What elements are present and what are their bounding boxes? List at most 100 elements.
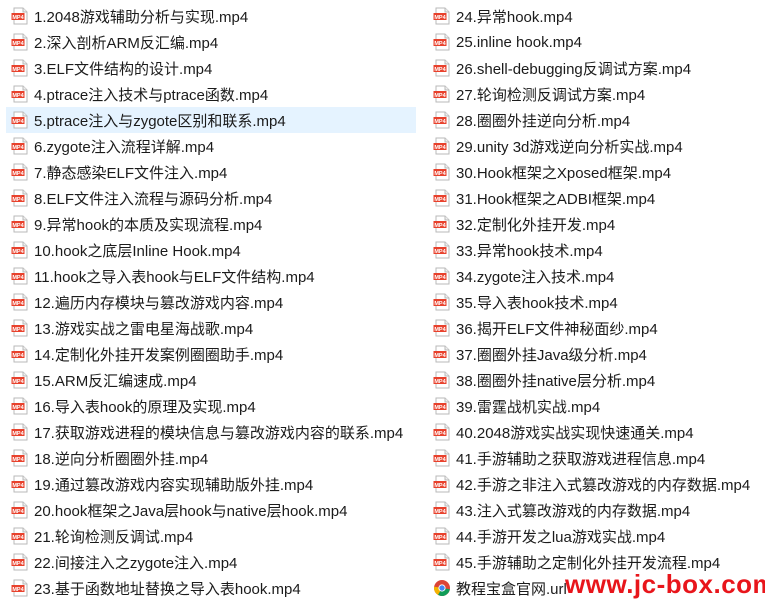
file-item[interactable]: MP4 39.雷霆战机实战.mp4 [428, 393, 765, 419]
file-item[interactable]: MP4 29.unity 3d游戏逆向分析实战.mp4 [428, 133, 765, 159]
file-name: 34.zygote注入技术.mp4 [456, 268, 615, 286]
file-item[interactable]: MP4 14.定制化外挂开发案例圈圈助手.mp4 [6, 341, 416, 367]
file-item[interactable]: MP4 13.游戏实战之雷电星海战歌.mp4 [6, 315, 416, 341]
mp4-file-icon: MP4 [11, 397, 29, 415]
file-item[interactable]: MP4 7.静态感染ELF文件注入.mp4 [6, 159, 416, 185]
file-name: 14.定制化外挂开发案例圈圈助手.mp4 [34, 346, 284, 364]
file-item[interactable]: MP4 2.深入剖析ARM反汇编.mp4 [6, 29, 416, 55]
file-name: 16.导入表hook的原理及实现.mp4 [34, 398, 256, 416]
file-name: 3.ELF文件结构的设计.mp4 [34, 60, 213, 78]
file-name: 27.轮询检测反调试方案.mp4 [456, 86, 646, 104]
file-item[interactable]: MP4 30.Hook框架之Xposed框架.mp4 [428, 159, 765, 185]
mp4-file-icon: MP4 [11, 59, 29, 77]
mp4-file-icon: MP4 [433, 501, 451, 519]
file-name: 9.异常hook的本质及实现流程.mp4 [34, 216, 263, 234]
svg-text:MP4: MP4 [12, 119, 24, 125]
file-item[interactable]: MP4 41.手游辅助之获取游戏进程信息.mp4 [428, 445, 765, 471]
file-name: 21.轮询检测反调试.mp4 [34, 528, 194, 546]
file-item[interactable]: MP4 15.ARM反汇编速成.mp4 [6, 367, 416, 393]
mp4-file-icon: MP4 [11, 293, 29, 311]
file-item[interactable]: MP4 23.基于函数地址替换之导入表hook.mp4 [6, 575, 416, 601]
svg-text:MP4: MP4 [434, 119, 446, 125]
svg-text:MP4: MP4 [12, 561, 24, 567]
file-item[interactable]: MP4 38.圈圈外挂native层分析.mp4 [428, 367, 765, 393]
mp4-file-icon: MP4 [11, 527, 29, 545]
file-item[interactable]: MP4 3.ELF文件结构的设计.mp4 [6, 55, 416, 81]
mp4-file-icon: MP4 [11, 137, 29, 155]
file-item[interactable]: MP4 18.逆向分析圈圈外挂.mp4 [6, 445, 416, 471]
svg-text:MP4: MP4 [434, 301, 446, 307]
file-item[interactable]: MP4 44.手游开发之lua游戏实战.mp4 [428, 523, 765, 549]
mp4-file-icon: MP4 [433, 137, 451, 155]
svg-text:MP4: MP4 [434, 15, 446, 21]
mp4-file-icon: MP4 [433, 163, 451, 181]
file-item[interactable]: MP4 35.导入表hook技术.mp4 [428, 289, 765, 315]
svg-text:MP4: MP4 [434, 41, 446, 47]
svg-text:MP4: MP4 [434, 93, 446, 99]
svg-text:MP4: MP4 [434, 457, 446, 463]
file-item[interactable]: MP4 27.轮询检测反调试方案.mp4 [428, 81, 765, 107]
file-name: 15.ARM反汇编速成.mp4 [34, 372, 197, 390]
svg-text:MP4: MP4 [12, 15, 24, 21]
file-item[interactable]: MP4 26.shell-debugging反调试方案.mp4 [428, 55, 765, 81]
file-item[interactable]: MP4 40.2048游戏实战实现快速通关.mp4 [428, 419, 765, 445]
svg-text:MP4: MP4 [12, 223, 24, 229]
mp4-file-icon: MP4 [11, 215, 29, 233]
file-item[interactable]: MP4 24.异常hook.mp4 [428, 3, 765, 29]
file-item[interactable]: MP4 43.注入式篡改游戏的内存数据.mp4 [428, 497, 765, 523]
file-item[interactable]: MP4 11.hook之导入表hook与ELF文件结构.mp4 [6, 263, 416, 289]
file-name: 41.手游辅助之获取游戏进程信息.mp4 [456, 450, 706, 468]
svg-text:MP4: MP4 [12, 535, 24, 541]
file-name: 22.间接注入之zygote注入.mp4 [34, 554, 238, 572]
file-item[interactable]: MP4 33.异常hook技术.mp4 [428, 237, 765, 263]
file-item[interactable]: MP4 42.手游之非注入式篡改游戏的内存数据.mp4 [428, 471, 765, 497]
file-name: 38.圈圈外挂native层分析.mp4 [456, 372, 656, 390]
file-name: 36.揭开ELF文件神秘面纱.mp4 [456, 320, 658, 338]
file-item[interactable]: MP4 1.2048游戏辅助分析与实现.mp4 [6, 3, 416, 29]
mp4-file-icon: MP4 [11, 7, 29, 25]
mp4-file-icon: MP4 [433, 371, 451, 389]
svg-text:MP4: MP4 [12, 301, 24, 307]
file-item[interactable]: MP4 22.间接注入之zygote注入.mp4 [6, 549, 416, 575]
mp4-file-icon: MP4 [11, 267, 29, 285]
file-name: 13.游戏实战之雷电星海战歌.mp4 [34, 320, 254, 338]
svg-text:MP4: MP4 [434, 327, 446, 333]
file-item[interactable]: MP4 8.ELF文件注入流程与源码分析.mp4 [6, 185, 416, 211]
file-name: 18.逆向分析圈圈外挂.mp4 [34, 450, 209, 468]
file-name: 6.zygote注入流程详解.mp4 [34, 138, 215, 156]
file-item[interactable]: MP4 10.hook之底层Inline Hook.mp4 [6, 237, 416, 263]
file-item[interactable]: MP4 36.揭开ELF文件神秘面纱.mp4 [428, 315, 765, 341]
mp4-file-icon: MP4 [11, 189, 29, 207]
watermark-text: www.jc-box.com [565, 569, 765, 599]
file-item[interactable]: MP4 28.圈圈外挂逆向分析.mp4 [428, 107, 765, 133]
file-name: 32.定制化外挂开发.mp4 [456, 216, 616, 234]
mp4-file-icon: MP4 [433, 319, 451, 337]
mp4-file-icon: MP4 [433, 267, 451, 285]
file-item[interactable]: MP4 31.Hook框架之ADBI框架.mp4 [428, 185, 765, 211]
file-item[interactable]: MP4 6.zygote注入流程详解.mp4 [6, 133, 416, 159]
svg-text:MP4: MP4 [434, 535, 446, 541]
file-item[interactable]: MP4 9.异常hook的本质及实现流程.mp4 [6, 211, 416, 237]
file-item[interactable]: MP4 34.zygote注入技术.mp4 [428, 263, 765, 289]
file-item[interactable]: MP4 37.圈圈外挂Java级分析.mp4 [428, 341, 765, 367]
mp4-file-icon: MP4 [433, 345, 451, 363]
file-item[interactable]: MP4 5.ptrace注入与zygote区别和联系.mp4 [6, 107, 416, 133]
svg-text:MP4: MP4 [434, 379, 446, 385]
file-item[interactable]: MP4 19.通过篡改游戏内容实现辅助版外挂.mp4 [6, 471, 416, 497]
file-item[interactable]: MP4 21.轮询检测反调试.mp4 [6, 523, 416, 549]
svg-text:MP4: MP4 [434, 171, 446, 177]
file-item[interactable]: MP4 4.ptrace注入技术与ptrace函数.mp4 [6, 81, 416, 107]
mp4-file-icon: MP4 [11, 579, 29, 597]
file-item[interactable]: MP4 16.导入表hook的原理及实现.mp4 [6, 393, 416, 419]
svg-text:MP4: MP4 [434, 223, 446, 229]
svg-text:MP4: MP4 [12, 67, 24, 73]
file-item[interactable]: MP4 32.定制化外挂开发.mp4 [428, 211, 765, 237]
file-item[interactable]: MP4 25.inline hook.mp4 [428, 29, 765, 55]
file-item[interactable]: MP4 12.遍历内存模块与篡改游戏内容.mp4 [6, 289, 416, 315]
mp4-file-icon: MP4 [11, 475, 29, 493]
file-item[interactable]: MP4 20.hook框架之Java层hook与native层hook.mp4 [6, 497, 416, 523]
svg-text:MP4: MP4 [434, 145, 446, 151]
file-name: 8.ELF文件注入流程与源码分析.mp4 [34, 190, 273, 208]
svg-text:MP4: MP4 [12, 405, 24, 411]
file-item[interactable]: MP4 17.获取游戏进程的模块信息与篡改游戏内容的联系.mp4 [6, 419, 416, 445]
